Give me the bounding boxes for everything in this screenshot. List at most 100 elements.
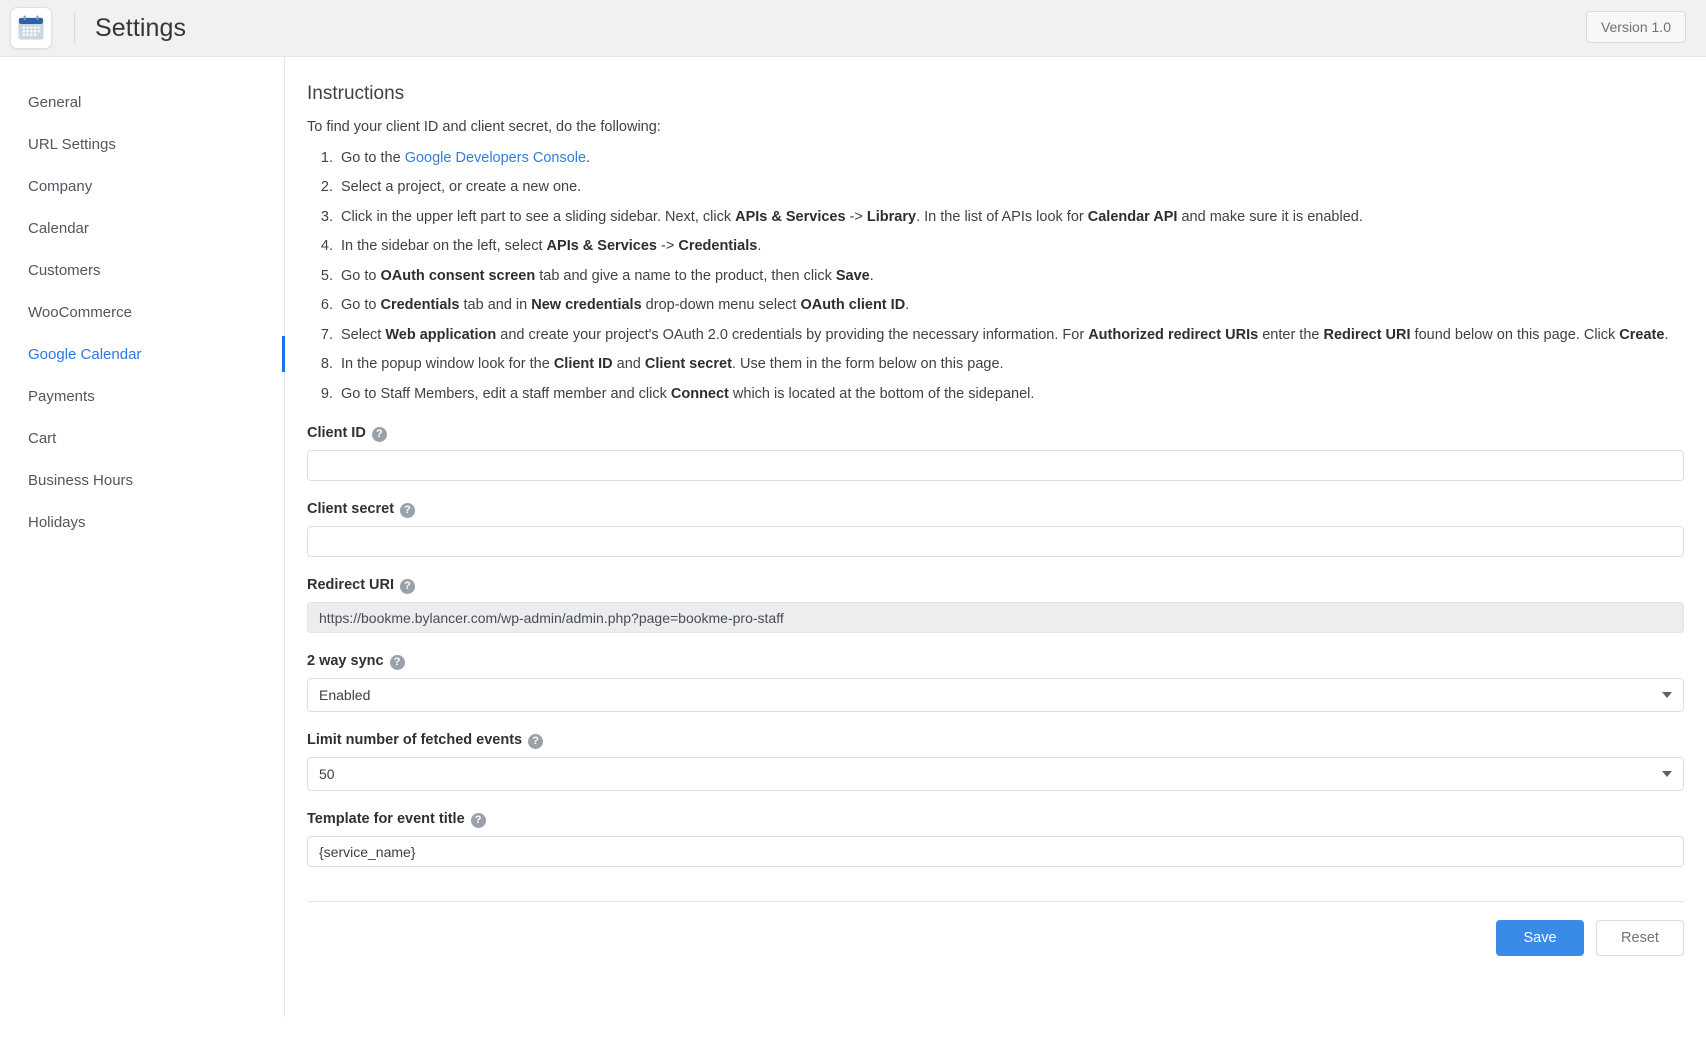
sidebar-item-label: Payments: [28, 388, 95, 405]
step-text: ->: [845, 208, 867, 225]
sidebar-item-woocommerce[interactable]: WooCommerce: [0, 292, 284, 334]
step-text: ->: [656, 238, 679, 255]
step-text: and create your project's OAuth 2.0 cred…: [496, 326, 1089, 343]
step-text: In the sidebar on the left, select: [341, 238, 547, 255]
help-icon[interactable]: ?: [389, 654, 405, 670]
step-text: tab and give a name to the product, then…: [535, 267, 836, 284]
field-event-title-template: Template for event title ?: [307, 811, 1684, 868]
sidebar-item-holidays[interactable]: Holidays: [0, 502, 284, 544]
client-id-label: Client ID ?: [307, 425, 1684, 442]
step-text: .: [1664, 326, 1669, 343]
instruction-step: Go to the Google Developers Console.: [337, 147, 1684, 169]
sidebar-item-url-settings[interactable]: URL Settings: [0, 124, 284, 166]
sidebar-item-label: Google Calendar: [28, 346, 142, 363]
step-text: Go to the: [341, 150, 405, 166]
save-button[interactable]: Save: [1496, 920, 1584, 957]
limit-events-select[interactable]: 50100250500: [307, 757, 1684, 792]
sidebar-item-label: WooCommerce: [28, 304, 132, 321]
step-text: Go to Staff Members, edit a staff member…: [341, 385, 671, 402]
sidebar-item-payments[interactable]: Payments: [0, 376, 284, 418]
limit-events-label-text: Limit number of fetched events: [307, 732, 523, 749]
sidebar-item-label: Customers: [28, 262, 101, 279]
emphasis-text: Client secret: [644, 356, 732, 373]
client-secret-input[interactable]: [307, 526, 1684, 558]
step-text: which is located at the bottom of the si…: [728, 385, 1035, 402]
step-text: .: [905, 297, 910, 314]
emphasis-text: Authorized redirect URIs: [1088, 326, 1259, 343]
settings-sidebar: General URL Settings Company Calendar Custom…: [0, 57, 285, 1017]
instruction-step: Go to OAuth consent screen tab and give …: [337, 265, 1684, 287]
client-secret-label: Client secret ?: [307, 501, 1684, 518]
step-text: Select: [341, 326, 386, 343]
help-icon[interactable]: ?: [400, 502, 416, 518]
sidebar-item-business-hours[interactable]: Business Hours: [0, 460, 284, 502]
help-icon[interactable]: ?: [371, 426, 387, 442]
two-way-sync-select[interactable]: EnabledDisabled: [307, 678, 1684, 713]
instruction-step: Go to Credentials tab and in New credent…: [337, 294, 1684, 316]
app-logo: [10, 7, 52, 49]
step-text: Go to: [341, 297, 381, 314]
emphasis-text: New credentials: [531, 297, 642, 314]
google-developers-console-link[interactable]: Google Developers Console: [405, 150, 586, 166]
field-limit-events: Limit number of fetched events ? 5010025…: [307, 732, 1684, 792]
calendar-icon: [18, 15, 44, 40]
field-redirect-uri: Redirect URI ?: [307, 577, 1684, 634]
client-id-input[interactable]: [307, 450, 1684, 482]
step-text: tab and in: [459, 297, 532, 314]
sidebar-item-cart[interactable]: Cart: [0, 418, 284, 460]
instruction-step: Select a project, or create a new one.: [337, 176, 1684, 198]
reset-button[interactable]: Reset: [1596, 920, 1684, 957]
step-text: found below on this page. Click: [1410, 326, 1620, 343]
step-text: Select a project, or create a new one.: [341, 179, 582, 196]
page-title: Settings: [95, 13, 187, 42]
sidebar-item-label: Company: [28, 178, 93, 195]
client-secret-label-text: Client secret: [307, 501, 395, 518]
step-text: .: [869, 267, 874, 284]
emphasis-text: Connect: [670, 385, 729, 402]
emphasis-text: Save: [835, 267, 870, 284]
app-header: Settings Version 1.0: [0, 0, 1706, 57]
step-text: . In the list of APIs look for: [916, 208, 1088, 225]
client-id-label-text: Client ID: [307, 425, 366, 442]
sidebar-item-company[interactable]: Company: [0, 166, 284, 208]
sidebar-item-general[interactable]: General: [0, 82, 284, 124]
sidebar-item-label: URL Settings: [28, 136, 116, 153]
step-text: and: [612, 356, 645, 373]
sidebar-item-label: Cart: [28, 430, 57, 447]
emphasis-text: OAuth client ID: [800, 297, 906, 314]
redirect-uri-label: Redirect URI ?: [307, 577, 1684, 594]
instructions-heading: Instructions: [307, 83, 405, 104]
sidebar-item-calendar[interactable]: Calendar: [0, 208, 284, 250]
field-client-id: Client ID ?: [307, 425, 1684, 482]
step-text: . Use them in the form below on this pag…: [731, 356, 1004, 373]
instruction-step: Select Web application and create your p…: [337, 324, 1684, 346]
emphasis-text: Web application: [385, 326, 497, 343]
event-title-template-input[interactable]: [307, 836, 1684, 868]
redirect-uri-input[interactable]: [307, 602, 1684, 634]
version-badge: Version 1.0: [1585, 11, 1686, 43]
sidebar-item-label: General: [28, 94, 82, 111]
page-body: General URL Settings Company Calendar Custom…: [0, 57, 1706, 1017]
settings-content: Instructions To find your client ID and …: [285, 57, 1706, 1017]
step-text: Go to: [341, 267, 381, 284]
instruction-step: Go to Staff Members, edit a staff member…: [337, 383, 1684, 405]
sidebar-item-customers[interactable]: Customers: [0, 250, 284, 292]
instruction-step: Click in the upper left part to see a sl…: [337, 206, 1684, 228]
emphasis-text: Library: [866, 208, 917, 225]
limit-events-label: Limit number of fetched events ?: [307, 732, 1684, 749]
sidebar-item-label: Calendar: [28, 220, 89, 237]
sidebar-item-label: Business Hours: [28, 472, 134, 489]
step-text: .: [586, 150, 591, 166]
two-way-sync-select-wrap: EnabledDisabled: [307, 678, 1684, 713]
sidebar-item-google-calendar[interactable]: Google Calendar: [0, 334, 285, 376]
help-icon[interactable]: ?: [528, 733, 544, 749]
step-text: In the popup window look for the: [341, 356, 554, 373]
step-text: .: [757, 238, 762, 255]
two-way-sync-label: 2 way sync ?: [307, 653, 1684, 670]
emphasis-text: Calendar API: [1087, 208, 1178, 225]
help-icon[interactable]: ?: [400, 578, 416, 594]
instruction-step: In the popup window look for the Client …: [337, 353, 1684, 375]
help-icon[interactable]: ?: [470, 812, 486, 828]
emphasis-text: Credentials: [380, 297, 460, 314]
field-client-secret: Client secret ?: [307, 501, 1684, 558]
